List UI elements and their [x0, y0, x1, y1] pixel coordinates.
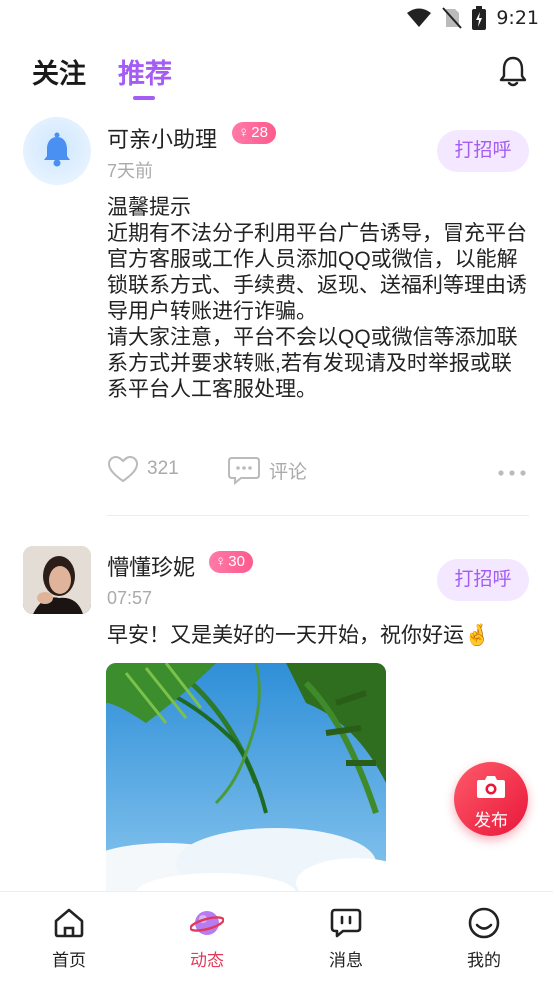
- user-avatar[interactable]: [23, 546, 91, 614]
- post-actions: 321 评论: [107, 455, 531, 495]
- publish-label: 发布: [474, 811, 508, 830]
- status-bar: 9:21: [0, 0, 553, 36]
- post-divider: [107, 515, 529, 516]
- content-line: 请大家注意，平台不会以QQ或微信等添加联系方式并要求转账,若有发现请及时举报或联…: [107, 326, 518, 401]
- bell-icon: [44, 132, 70, 167]
- nav-home[interactable]: 首页: [29, 906, 109, 971]
- profile-icon: [468, 907, 500, 939]
- content-line: 温馨提示: [107, 196, 191, 219]
- palm-beach-photo: [106, 663, 386, 903]
- like-count: 321: [147, 458, 179, 479]
- nav-label: 动态: [190, 951, 224, 970]
- tab-recommend[interactable]: 推荐: [118, 52, 172, 91]
- heart-icon: [107, 455, 139, 483]
- age-value: 28: [251, 124, 268, 141]
- nav-label: 我的: [467, 951, 501, 970]
- feed-header: 关注 推荐: [0, 40, 553, 104]
- no-sim-icon: [442, 7, 463, 29]
- nav-label: 首页: [52, 951, 86, 970]
- author-name[interactable]: 可亲小助理: [107, 122, 217, 154]
- nav-moments[interactable]: 动态: [167, 906, 247, 971]
- message-icon: [330, 908, 362, 938]
- post-content: 温馨提示 近期有不法分子利用平台广告诱导，冒充平台官方客服或工作人员添加QQ或微…: [107, 195, 531, 403]
- comment-button[interactable]: 评论: [227, 455, 307, 485]
- age-value: 30: [228, 553, 245, 570]
- author-name[interactable]: 懵懂珍妮: [107, 550, 195, 582]
- greet-button[interactable]: 打招呼: [437, 559, 529, 601]
- female-icon: ♀: [238, 124, 250, 141]
- content-line: 近期有不法分子利用平台广告诱导，冒充平台官方客服或工作人员添加QQ或微信，以能解…: [107, 222, 527, 323]
- gender-age-badge: ♀ 28: [232, 122, 276, 144]
- avatar-photo: [23, 546, 91, 614]
- battery-icon: [472, 6, 487, 30]
- female-icon: ♀: [215, 553, 227, 570]
- nav-profile[interactable]: 我的: [444, 906, 524, 971]
- camera-icon: [477, 776, 505, 798]
- post-time: 07:57: [107, 588, 153, 608]
- comment-label: 评论: [269, 461, 308, 483]
- bottom-nav: 首页 动态 消息 我的: [0, 891, 553, 983]
- comment-icon: [228, 457, 260, 485]
- active-tab-indicator: [133, 96, 155, 100]
- nav-messages[interactable]: 消息: [306, 906, 386, 971]
- like-button[interactable]: 321: [107, 455, 179, 483]
- status-time: 9:21: [496, 7, 539, 29]
- wifi-icon: [407, 8, 432, 27]
- publish-button[interactable]: 发布: [454, 762, 528, 836]
- home-icon: [54, 908, 84, 938]
- post-time: 7天前: [107, 161, 154, 181]
- notification-bell-icon[interactable]: [497, 54, 529, 88]
- tab-follow[interactable]: 关注: [32, 52, 86, 91]
- greet-button[interactable]: 打招呼: [437, 130, 529, 172]
- assistant-avatar[interactable]: [23, 117, 91, 185]
- more-options-icon[interactable]: [497, 469, 527, 477]
- planet-icon: [190, 911, 224, 935]
- nav-label: 消息: [329, 951, 363, 970]
- post-image[interactable]: [106, 663, 386, 903]
- gender-age-badge: ♀ 30: [209, 551, 253, 573]
- post-content: 早安！又是美好的一天开始，祝你好运🤞: [107, 624, 491, 647]
